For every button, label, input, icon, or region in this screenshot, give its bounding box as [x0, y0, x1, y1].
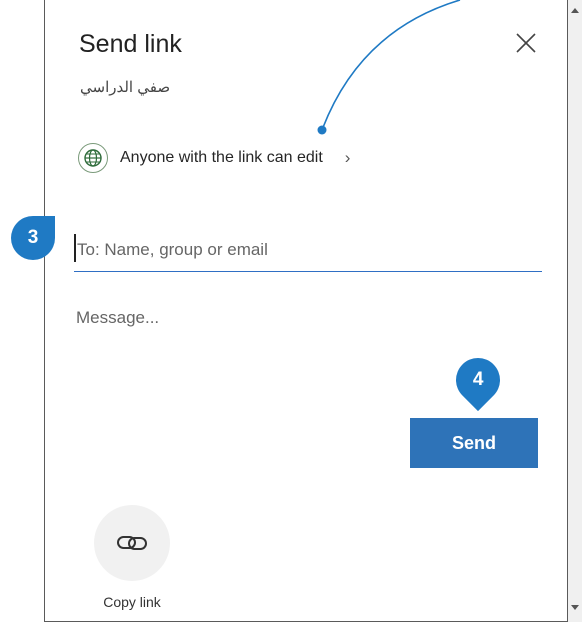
step-badge-3: 3 — [11, 216, 55, 260]
scrollbar[interactable] — [568, 0, 582, 622]
link-icon — [117, 536, 147, 550]
recipient-field[interactable] — [74, 228, 542, 272]
copy-link-label: Copy link — [103, 594, 161, 610]
globe-icon — [78, 143, 108, 173]
send-button[interactable]: Send — [410, 418, 538, 468]
close-icon[interactable] — [513, 30, 539, 56]
link-permission-setting[interactable]: Anyone with the link can edit › — [78, 140, 428, 176]
scroll-up-arrow[interactable] — [571, 8, 579, 13]
step-4-number: 4 — [472, 368, 484, 390]
permission-label: Anyone with the link can edit — [120, 149, 323, 166]
scroll-down-arrow[interactable] — [571, 605, 579, 610]
dialog-subtitle: صفي الدراسي — [80, 79, 171, 96]
dialog-title: Send link — [79, 30, 182, 58]
text-caret — [74, 234, 76, 262]
recipient-input[interactable] — [74, 234, 539, 266]
step-3-number: 3 — [27, 227, 39, 248]
copy-link-button[interactable] — [94, 505, 170, 581]
chevron-right-icon: › — [344, 148, 351, 167]
